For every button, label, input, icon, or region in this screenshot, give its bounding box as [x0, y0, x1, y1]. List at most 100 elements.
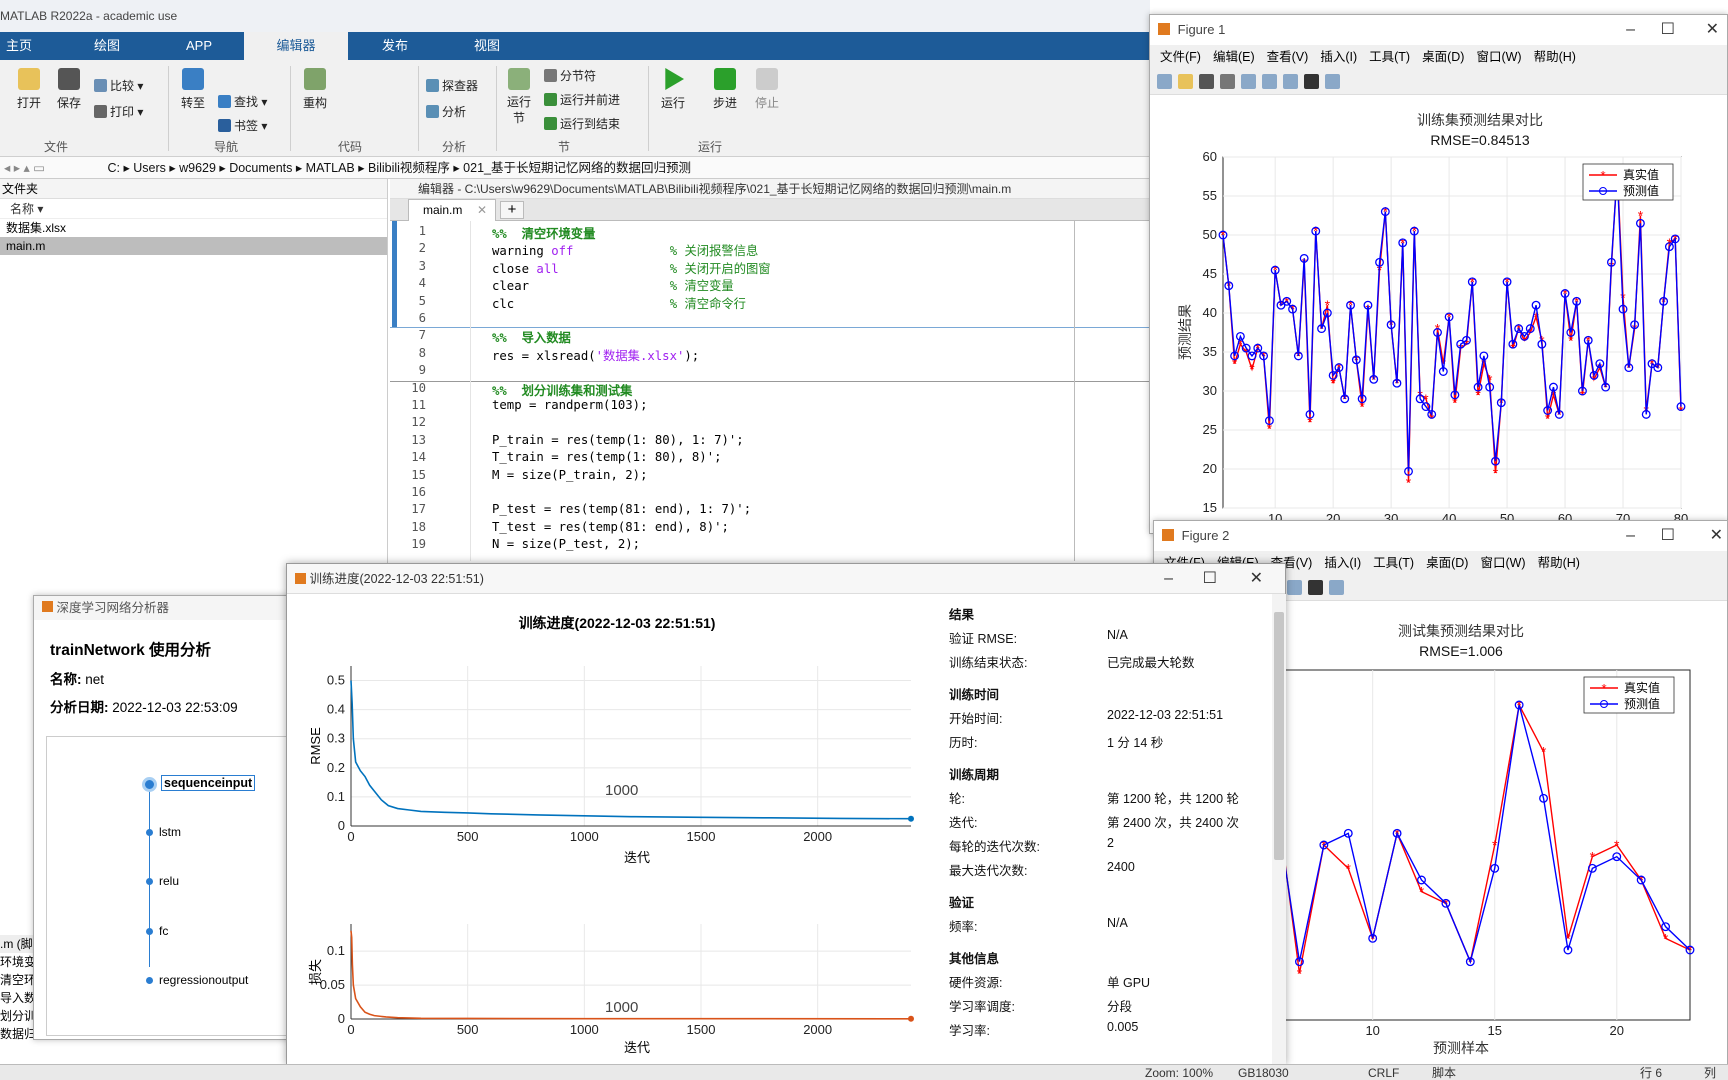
code-line[interactable]: T_test = res(temp(81: end), 8)';: [492, 520, 729, 534]
menu-file[interactable]: 文件(F): [1160, 50, 1201, 64]
menu-tools[interactable]: 工具(T): [1369, 50, 1410, 64]
code-line[interactable]: T_train = res(temp(1: 80), 8)';: [492, 450, 722, 464]
layer-label[interactable]: lstm: [159, 825, 181, 839]
info-scrollbar[interactable]: [1272, 594, 1286, 1064]
tab-publish[interactable]: 发布: [376, 32, 414, 60]
close-icon[interactable]: ✕: [1710, 521, 1723, 551]
run-to-end-button[interactable]: 运行到结束: [544, 114, 620, 134]
run-section-button[interactable]: 运行 节: [502, 68, 536, 126]
address-part[interactable]: MATLAB: [306, 161, 355, 175]
close-icon[interactable]: ✕: [1250, 564, 1263, 594]
code-line[interactable]: %% 清空环境变量: [492, 224, 595, 242]
file-item[interactable]: 数据集.xlsx: [0, 219, 387, 237]
pointer-icon[interactable]: [1304, 74, 1319, 89]
stop-button[interactable]: 停止: [750, 68, 784, 111]
menu-tools[interactable]: 工具(T): [1373, 556, 1414, 570]
compare-button[interactable]: 比较 ▾: [94, 76, 143, 96]
menu-help[interactable]: 帮助(H): [1538, 556, 1580, 570]
minimize-icon[interactable]: –: [1626, 15, 1635, 45]
find-button[interactable]: 查找 ▾: [218, 92, 267, 112]
bookmark-button[interactable]: 书签 ▾: [218, 116, 267, 136]
code-line[interactable]: temp = randperm(103);: [492, 398, 647, 412]
code-line[interactable]: clc % 清空命令行: [492, 294, 746, 312]
menu-view[interactable]: 查看(V): [1267, 50, 1309, 64]
menu-desktop[interactable]: 桌面(D): [1426, 556, 1468, 570]
legend-icon[interactable]: [1283, 74, 1298, 89]
save-icon[interactable]: [1199, 74, 1214, 89]
address-part[interactable]: Documents: [229, 161, 292, 175]
menu-insert[interactable]: 插入(I): [1324, 556, 1361, 570]
step-button[interactable]: 步进: [708, 68, 742, 111]
menu-edit[interactable]: 编辑(E): [1213, 50, 1255, 64]
code-line[interactable]: %% 划分训练集和测试集: [492, 381, 632, 399]
open-icon[interactable]: [1178, 74, 1193, 89]
menu-window[interactable]: 窗口(W): [1476, 50, 1521, 64]
address-part[interactable]: C:: [107, 161, 120, 175]
section-break-button[interactable]: 分节符: [544, 66, 596, 86]
maximize-icon[interactable]: ☐: [1203, 564, 1217, 594]
menu-window[interactable]: 窗口(W): [1480, 556, 1525, 570]
address-part[interactable]: Users: [133, 161, 166, 175]
analyze-button[interactable]: 分析: [426, 102, 466, 122]
maximize-icon[interactable]: ☐: [1661, 15, 1675, 45]
layer-label[interactable]: relu: [159, 874, 179, 888]
editor-tab-main[interactable]: main.m ✕: [408, 199, 496, 221]
code-line[interactable]: warning off % 关闭报警信息: [492, 241, 758, 259]
scrollbar-thumb[interactable]: [1274, 612, 1284, 860]
layer-node[interactable]: [142, 777, 157, 792]
address-bar[interactable]: ◂ ▸ ▴ ▭ C: ▸ Users ▸ w9629 ▸ Documents ▸…: [0, 157, 1150, 179]
explorer-button[interactable]: 探查器: [426, 76, 478, 96]
file-item[interactable]: main.m: [0, 237, 387, 255]
save-button[interactable]: 保存: [52, 68, 86, 111]
code-line[interactable]: %% 导入数据: [492, 328, 571, 346]
colorbar-icon[interactable]: [1262, 74, 1277, 89]
layer-node[interactable]: [146, 977, 153, 984]
layer-node[interactable]: [146, 878, 153, 885]
tab-editor[interactable]: 编辑器: [244, 32, 348, 60]
goto-button[interactable]: 转至: [176, 68, 210, 111]
print-button[interactable]: 打印 ▾: [94, 102, 143, 122]
run-advance-button[interactable]: 运行并前进: [544, 90, 620, 110]
tab-home[interactable]: 主页: [0, 32, 38, 60]
layer-label[interactable]: regressionoutput: [159, 973, 248, 987]
open-button[interactable]: 打开: [12, 68, 46, 111]
code-line[interactable]: P_test = res(temp(81: end), 1: 7)';: [492, 502, 751, 516]
close-icon[interactable]: ✕: [477, 200, 487, 221]
layer-graph[interactable]: sequenceinput lstm relu fc regressionout…: [46, 736, 296, 1036]
pointer-icon[interactable]: [1308, 580, 1323, 595]
code-line[interactable]: P_train = res(temp(1: 80), 1: 7)';: [492, 433, 744, 447]
tab-plots[interactable]: 绘图: [88, 32, 126, 60]
link-icon[interactable]: [1241, 74, 1256, 89]
layer-label[interactable]: sequenceinput: [161, 775, 256, 791]
minimize-icon[interactable]: –: [1626, 521, 1635, 551]
run-button[interactable]: 运行: [656, 68, 690, 111]
code-editor[interactable]: 1 %% 清空环境变量 2 warning off % 关闭报警信息 3 close al…: [390, 221, 1150, 561]
close-icon[interactable]: ✕: [1706, 15, 1719, 45]
print-icon[interactable]: [1220, 74, 1235, 89]
layer-node[interactable]: [146, 829, 153, 836]
layer-node[interactable]: [146, 928, 153, 935]
address-part[interactable]: 021_基于长短期记忆网络的数据回归预测: [463, 161, 691, 175]
menu-insert[interactable]: 插入(I): [1320, 50, 1357, 64]
legend-icon[interactable]: [1287, 580, 1302, 595]
code-line[interactable]: N = size(P_test, 2);: [492, 537, 640, 551]
minimize-icon[interactable]: –: [1164, 564, 1173, 594]
tab-apps[interactable]: APP: [180, 32, 218, 60]
code-line[interactable]: res = xlsread('数据集.xlsx');: [492, 346, 699, 364]
code-line[interactable]: clear % 清空变量: [492, 276, 734, 294]
address-part[interactable]: Bilibili视频程序: [368, 161, 450, 175]
name-column-header[interactable]: 名称 ▾: [0, 199, 387, 219]
property-icon[interactable]: [1329, 580, 1344, 595]
menu-desktop[interactable]: 桌面(D): [1422, 50, 1464, 64]
menu-help[interactable]: 帮助(H): [1534, 50, 1576, 64]
code-line[interactable]: close all % 关闭开启的图窗: [492, 259, 771, 277]
code-line[interactable]: M = size(P_train, 2);: [492, 468, 647, 482]
tab-view[interactable]: 视图: [468, 32, 506, 60]
refactor-button[interactable]: 重构: [298, 68, 332, 111]
new-figure-icon[interactable]: [1157, 74, 1172, 89]
new-tab-button[interactable]: +: [500, 201, 524, 219]
property-icon[interactable]: [1325, 74, 1340, 89]
maximize-icon[interactable]: ☐: [1661, 521, 1675, 551]
address-part[interactable]: w9629: [179, 161, 216, 175]
layer-label[interactable]: fc: [159, 924, 168, 938]
